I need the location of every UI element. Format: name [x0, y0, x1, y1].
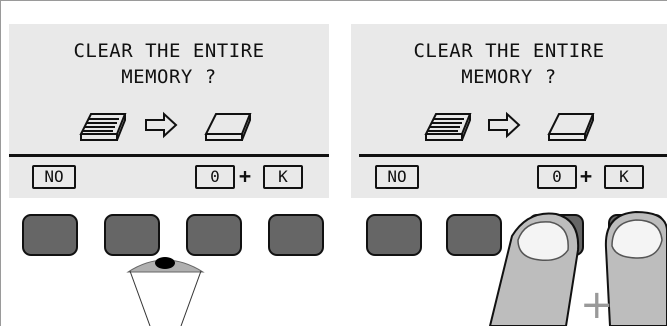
fingers-plus-sign: + [580, 282, 614, 326]
finger-left-icon [488, 212, 580, 326]
finger-right-icon [604, 210, 667, 326]
eye-view-icon [126, 257, 205, 326]
